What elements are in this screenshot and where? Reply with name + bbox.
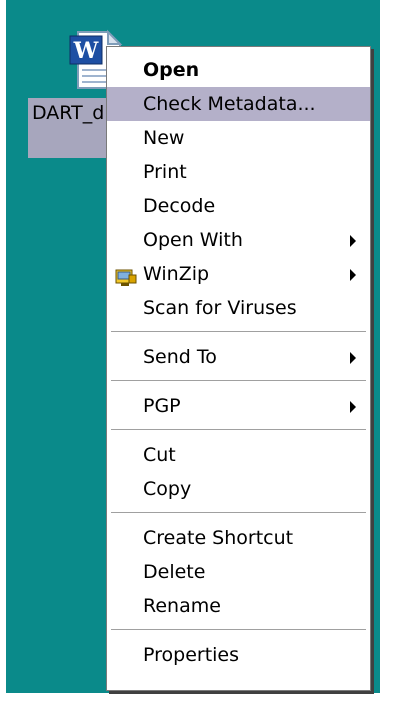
menu-item-label: Check Metadata... <box>143 93 316 115</box>
menu-item-open[interactable]: Open <box>107 53 370 87</box>
menu-item-label: Scan for Viruses <box>143 297 297 319</box>
menu-item-pgp[interactable]: PGP <box>107 389 370 423</box>
menu-item-label: Print <box>143 161 187 183</box>
menu-item-winzip[interactable]: WinZip <box>107 257 370 291</box>
menu-item-copy[interactable]: Copy <box>107 472 370 506</box>
menu-item-label: Rename <box>143 595 221 617</box>
menu-separator <box>111 380 366 382</box>
svg-text:W: W <box>73 38 99 64</box>
menu-item-label: Delete <box>143 561 206 583</box>
menu-item-label: Properties <box>143 644 240 666</box>
menu-separator <box>111 429 366 431</box>
menu-item-rename[interactable]: Rename <box>107 589 370 623</box>
menu-item-label: Create Shortcut <box>143 527 294 549</box>
menu-item-label: Decode <box>143 195 216 217</box>
menu-item-open-with[interactable]: Open With <box>107 223 370 257</box>
menu-item-cut[interactable]: Cut <box>107 438 370 472</box>
menu-item-print[interactable]: Print <box>107 155 370 189</box>
menu-item-scan-for-viruses[interactable]: Scan for Viruses <box>107 291 370 325</box>
submenu-arrow-icon <box>350 352 356 364</box>
context-menu: Open Check Metadata... New Print Decode … <box>106 46 371 691</box>
menu-separator <box>111 629 366 631</box>
winzip-icon <box>115 264 137 286</box>
submenu-arrow-icon <box>350 269 356 281</box>
menu-item-label: Send To <box>143 346 217 368</box>
menu-item-label: Copy <box>143 478 192 500</box>
menu-item-check-metadata[interactable]: Check Metadata... <box>107 87 370 121</box>
menu-separator <box>111 512 366 514</box>
menu-item-properties[interactable]: Properties <box>107 638 370 672</box>
menu-item-label: Cut <box>143 444 176 466</box>
menu-item-label: Open <box>143 59 200 81</box>
menu-item-delete[interactable]: Delete <box>107 555 370 589</box>
menu-item-decode[interactable]: Decode <box>107 189 370 223</box>
menu-item-label: PGP <box>143 395 181 417</box>
menu-item-new[interactable]: New <box>107 121 370 155</box>
menu-item-label: Open With <box>143 229 243 251</box>
menu-item-send-to[interactable]: Send To <box>107 340 370 374</box>
menu-item-label: WinZip <box>143 263 210 285</box>
menu-item-create-shortcut[interactable]: Create Shortcut <box>107 521 370 555</box>
submenu-arrow-icon <box>350 401 356 413</box>
menu-item-label: New <box>143 127 185 149</box>
menu-separator <box>111 331 366 333</box>
submenu-arrow-icon <box>350 235 356 247</box>
